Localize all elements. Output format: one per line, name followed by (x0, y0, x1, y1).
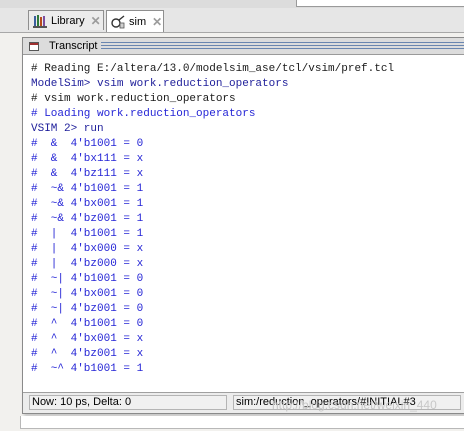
sim-delta: Delta: 0 (93, 396, 132, 408)
transcript-line: # & 4'bx111 = x (31, 153, 144, 165)
transcript-icon (29, 42, 39, 51)
transcript-line: # ~| 4'bx001 = 0 (31, 288, 144, 300)
transcript-line: # ~& 4'b1001 = 1 (31, 183, 144, 195)
transcript-line: # ~^ 4'b1001 = 1 (31, 363, 144, 375)
sim-time: Now: 10 ps (32, 396, 88, 408)
transcript-line: # Reading E:/altera/13.0/modelsim_ase/tc… (31, 63, 395, 75)
tab-sim[interactable]: sim ✕ (106, 10, 164, 32)
transcript-line: # ~& 4'bx001 = 1 (31, 198, 144, 210)
tab-bar: Library ✕ sim ✕ (0, 8, 464, 33)
transcript-line: # ^ 4'bx001 = x (31, 333, 144, 345)
transcript-line: # & 4'bz111 = x (31, 168, 144, 180)
transcript-line: # ^ 4'b1001 = 0 (31, 318, 144, 330)
close-icon[interactable]: ✕ (91, 14, 101, 28)
transcript-line: ModelSim> vsim work.reduction_operators (31, 78, 289, 90)
transcript-line: # Loading work.reduction_operators (31, 108, 256, 120)
transcript-window: Transcript # Reading E:/altera/13.0/mode… (22, 37, 464, 414)
bottom-edge (0, 416, 464, 431)
transcript-title: Transcript (49, 40, 98, 52)
tab-library-label: Library (51, 14, 85, 27)
transcript-line: # ~| 4'bz001 = 0 (31, 303, 144, 315)
watermark-text: http://blog.csdn.net/weixin_440 (272, 398, 437, 412)
status-time-field: Now: 10 ps, Delta: 0 (29, 395, 227, 410)
transcript-line: # ^ 4'bz001 = x (31, 348, 144, 360)
tab-library[interactable]: Library ✕ (28, 10, 104, 30)
transcript-output[interactable]: # Reading E:/altera/13.0/modelsim_ase/tc… (31, 62, 464, 377)
transcript-line: # | 4'b1001 = 1 (31, 228, 144, 240)
titlebar-drag-grip[interactable] (101, 42, 464, 51)
transcript-titlebar[interactable]: Transcript (23, 38, 464, 55)
transcript-line: # & 4'b1001 = 0 (31, 138, 144, 150)
transcript-line: # vsim work.reduction_operators (31, 93, 236, 105)
library-icon (33, 14, 47, 28)
transcript-line: # ~| 4'b1001 = 0 (31, 273, 144, 285)
top-pane-edge (0, 0, 464, 8)
transcript-line: # | 4'bz000 = x (31, 258, 144, 270)
transcript-line: VSIM 2> run (31, 123, 104, 135)
transcript-line: # ~& 4'bz001 = 1 (31, 213, 144, 225)
close-icon[interactable]: ✕ (152, 15, 162, 29)
lower-pane-edge (20, 416, 464, 429)
transcript-line: # | 4'bx000 = x (31, 243, 144, 255)
tab-sim-label: sim (129, 15, 147, 28)
sim-icon (111, 14, 125, 29)
wave-pane-edge (296, 0, 464, 7)
